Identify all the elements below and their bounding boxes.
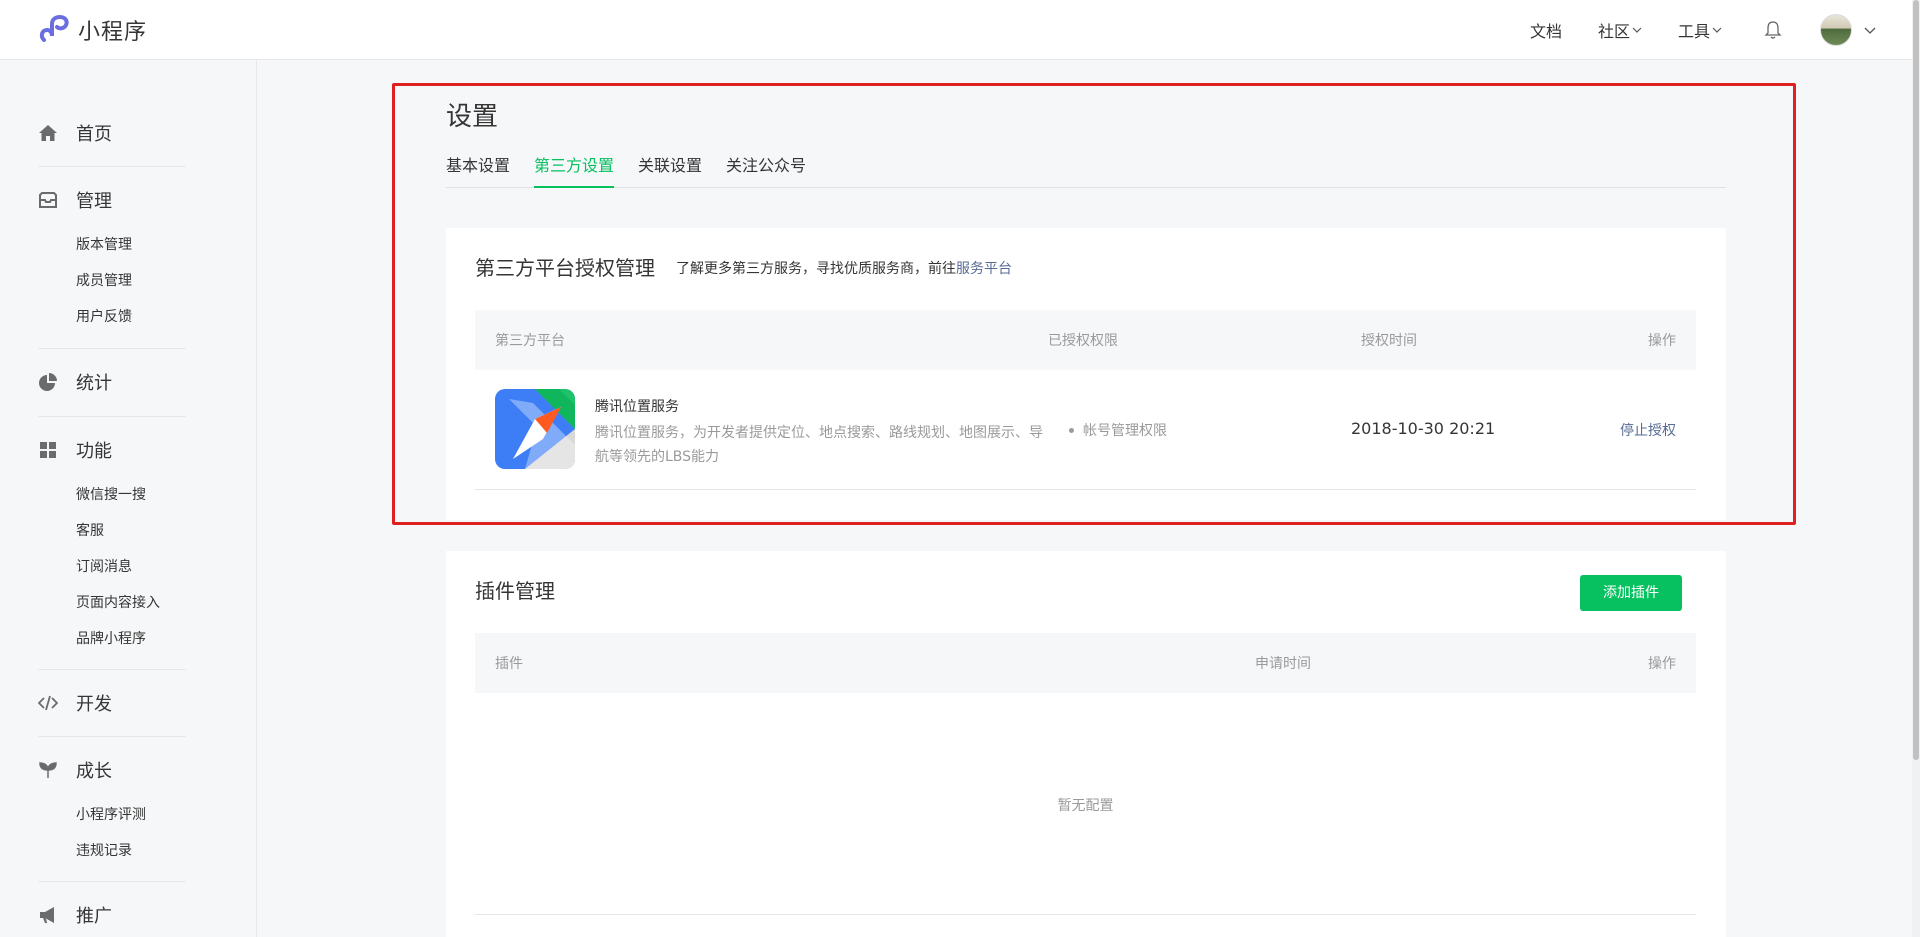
- sidebar-item-dev[interactable]: 开发: [38, 688, 112, 718]
- plugin-title: 插件管理: [475, 579, 555, 603]
- sidebar-item-violations[interactable]: 违规记录: [38, 833, 146, 869]
- sidebar-item-wechat-search[interactable]: 微信搜一搜: [38, 477, 160, 513]
- add-plugin-button[interactable]: 添加插件: [1580, 575, 1682, 611]
- sidebar-divider: [38, 166, 186, 167]
- grid-icon: [40, 442, 56, 458]
- user-avatar[interactable]: [1820, 14, 1852, 46]
- app-description: 腾讯位置服务，为开发者提供定位、地点搜索、路线规划、地图展示、导航等领先的LBS…: [595, 425, 1043, 465]
- third-party-title: 第三方平台授权管理: [475, 256, 655, 280]
- sidebar: 首页 管理 版本管理 成员管理 用户反馈 统计 功能 微信搜一搜 客服 订阅消息…: [0, 60, 257, 937]
- nav-docs[interactable]: 文档: [1530, 18, 1562, 42]
- inbox-icon: [39, 192, 57, 208]
- tab-third-party[interactable]: 第三方设置: [534, 152, 615, 188]
- sidebar-divider: [38, 416, 186, 417]
- col-action: 操作: [1648, 333, 1676, 349]
- sidebar-item-growth[interactable]: 成长: [38, 755, 146, 785]
- nav-tools-label: 工具: [1677, 22, 1710, 41]
- mini-program-logo-icon: [39, 14, 69, 42]
- sidebar-divider: [38, 669, 186, 670]
- sidebar-item-features[interactable]: 功能: [38, 435, 160, 465]
- sidebar-divider: [38, 881, 186, 882]
- app-logo[interactable]: 小程序: [38, 14, 147, 46]
- sidebar-item-version[interactable]: 版本管理: [38, 227, 132, 263]
- sidebar-item-feedback[interactable]: 用户反馈: [38, 299, 132, 335]
- sidebar-item-home[interactable]: 首页: [38, 118, 112, 148]
- chevron-down-icon[interactable]: [1864, 25, 1876, 35]
- permission-item: 帐号管理权限: [1069, 420, 1167, 440]
- bell-icon[interactable]: [1764, 20, 1782, 40]
- table-row: 腾讯位置服务 腾讯位置服务，为开发者提供定位、地点搜索、路线规划、地图展示、导航…: [475, 370, 1696, 490]
- sidebar-item-stats[interactable]: 统计: [38, 367, 112, 397]
- sidebar-group-features: 功能 微信搜一搜 客服 订阅消息 页面内容接入 品牌小程序: [38, 435, 160, 657]
- nav-docs-label: 文档: [1529, 22, 1562, 41]
- sidebar-item-label: 开发: [76, 694, 112, 715]
- col-platform: 第三方平台: [495, 333, 565, 349]
- app-title: 小程序: [78, 20, 148, 45]
- code-icon: [38, 695, 58, 711]
- top-bar: 小程序 文档 社区 工具: [0, 0, 1920, 60]
- page-scrollbar[interactable]: [1912, 0, 1920, 937]
- sidebar-item-manage[interactable]: 管理: [38, 185, 132, 215]
- stop-auth-link[interactable]: 停止授权: [1620, 420, 1676, 440]
- tencent-map-app-icon: [495, 389, 575, 469]
- pie-chart-icon: [39, 373, 57, 391]
- sidebar-group-manage: 管理 版本管理 成员管理 用户反馈: [38, 185, 132, 335]
- sidebar-item-members[interactable]: 成员管理: [38, 263, 132, 299]
- tab-related[interactable]: 关联设置: [638, 152, 702, 188]
- service-platform-link[interactable]: 服务平台: [956, 261, 1012, 277]
- empty-state: 暂无配置: [1057, 798, 1114, 814]
- col-permission: 已授权权限: [1048, 333, 1118, 349]
- scrollbar-thumb[interactable]: [1913, 0, 1919, 760]
- page-title: 设置: [446, 102, 499, 132]
- sidebar-item-subscribe-msg[interactable]: 订阅消息: [38, 549, 160, 585]
- settings-tabs: 基本设置 第三方设置 关联设置 关注公众号: [446, 152, 1726, 188]
- sidebar-divider: [38, 736, 186, 737]
- tencent-map-logo-icon: [495, 389, 575, 469]
- sidebar-item-page-content[interactable]: 页面内容接入: [38, 585, 160, 621]
- col-plugin: 插件: [495, 656, 523, 672]
- sidebar-item-label: 首页: [76, 124, 112, 145]
- plugin-management-card: 插件管理 添加插件 插件 申请时间 操作 暂无配置: [446, 551, 1726, 937]
- nav-community[interactable]: 社区: [1598, 18, 1642, 42]
- sidebar-item-customer-service[interactable]: 客服: [38, 513, 160, 549]
- permission-label: 帐号管理权限: [1083, 423, 1167, 439]
- megaphone-icon: [40, 907, 54, 923]
- third-party-table-header: 第三方平台 已授权权限 授权时间 操作: [475, 310, 1696, 370]
- sidebar-item-brand[interactable]: 品牌小程序: [38, 621, 160, 657]
- third-party-auth-card: 第三方平台授权管理 了解更多第三方服务，寻找优质服务商，前往服务平台 第三方平台…: [446, 228, 1726, 520]
- third-party-desc: 了解更多第三方服务，寻找优质服务商，前往服务平台: [676, 258, 1012, 278]
- sprout-icon: [39, 762, 57, 778]
- sidebar-item-label: 推广: [76, 906, 112, 927]
- sidebar-group-growth: 成长 小程序评测 违规记录: [38, 755, 146, 869]
- plugin-table-header: 插件 申请时间 操作: [475, 633, 1696, 693]
- tab-follow-account[interactable]: 关注公众号: [726, 152, 806, 188]
- app-name: 腾讯位置服务: [595, 399, 679, 415]
- sidebar-item-label: 功能: [76, 441, 112, 462]
- nav-tools[interactable]: 工具: [1678, 18, 1722, 42]
- col-auth-time: 授权时间: [1361, 333, 1417, 349]
- sidebar-item-label: 管理: [76, 191, 112, 212]
- sidebar-divider: [38, 348, 186, 349]
- chevron-down-icon: [1632, 27, 1642, 33]
- top-nav: 文档 社区 工具: [1494, 0, 1876, 60]
- bullet-icon: [1069, 427, 1074, 433]
- auth-time: 2018-10-30 20:21: [1351, 419, 1496, 438]
- tab-basic[interactable]: 基本设置: [446, 152, 510, 188]
- sidebar-item-promo[interactable]: 推广: [38, 900, 112, 930]
- sidebar-item-label: 统计: [76, 373, 112, 394]
- nav-community-label: 社区: [1597, 22, 1630, 41]
- col-action: 操作: [1648, 656, 1676, 672]
- home-icon: [39, 125, 57, 141]
- sidebar-item-review[interactable]: 小程序评测: [38, 797, 146, 833]
- sidebar-item-label: 成长: [76, 761, 112, 782]
- col-apply-time: 申请时间: [1255, 656, 1311, 672]
- chevron-down-icon: [1712, 27, 1722, 33]
- third-party-desc-text: 了解更多第三方服务，寻找优质服务商，前往: [676, 261, 956, 277]
- divider: [475, 914, 1696, 915]
